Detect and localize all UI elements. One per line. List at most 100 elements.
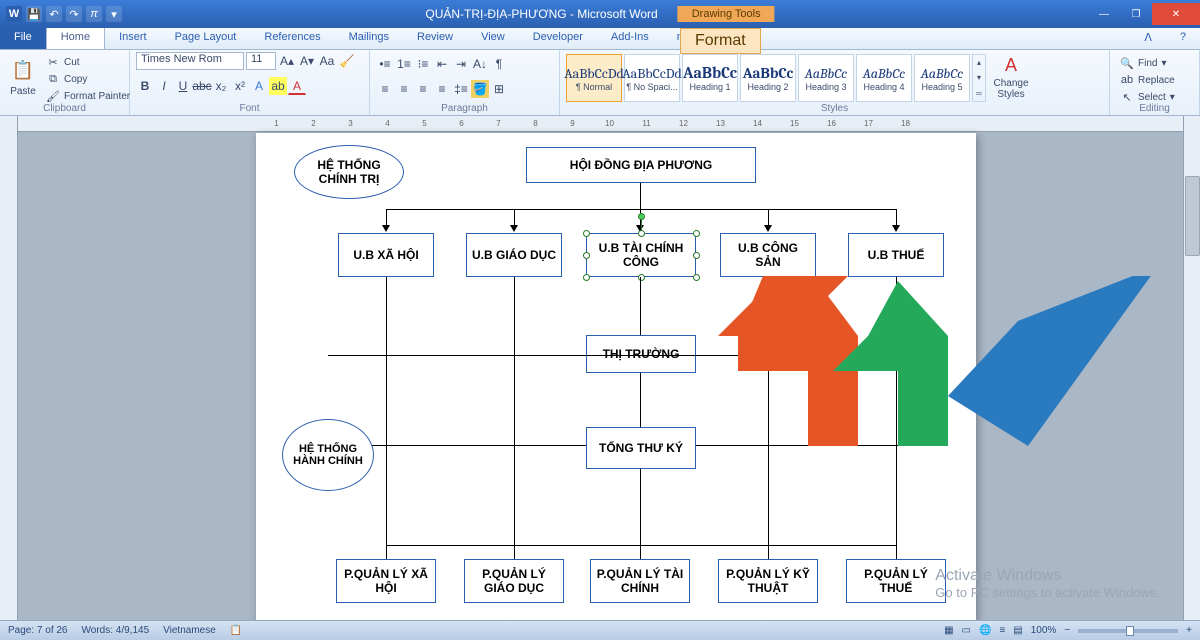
shape-ellipse-admin[interactable]: HỆ THỐNG HÀNH CHÍNH: [282, 419, 374, 491]
ruler-vertical[interactable]: [0, 116, 18, 620]
view-draft-icon[interactable]: ▤: [1013, 625, 1022, 636]
view-full-screen-icon[interactable]: ▭: [962, 625, 971, 636]
page[interactable]: HỆ THỐNG CHÍNH TRỊ HỘI ĐỒNG ĐỊA PHƯƠNG U…: [256, 133, 976, 620]
close-button[interactable]: ✕: [1152, 3, 1200, 25]
scrollbar-vertical[interactable]: [1183, 116, 1200, 620]
status-track-icon[interactable]: 📋: [230, 625, 242, 636]
italic-button[interactable]: I: [155, 77, 173, 95]
shape-ub-giaoduc[interactable]: U.B GIÁO DỤC: [466, 233, 562, 277]
shape-pql-xahoi[interactable]: P.QUẢN LÝ XÃ HỘI: [336, 559, 436, 603]
shape-pql-kythuat[interactable]: P.QUẢN LÝ KỸ THUẬT: [718, 559, 818, 603]
style-no-spacing[interactable]: AaBbCcDd¶ No Spaci...: [624, 54, 680, 102]
shape-box-council[interactable]: HỘI ĐỒNG ĐỊA PHƯƠNG: [526, 147, 756, 183]
align-center-button[interactable]: ≡: [395, 80, 413, 98]
highlight-button[interactable]: ab: [269, 77, 287, 95]
style-heading4[interactable]: AaBbCcHeading 4: [856, 54, 912, 102]
change-styles-button[interactable]: A Change Styles: [990, 52, 1032, 102]
diagram[interactable]: HỆ THỐNG CHÍNH TRỊ HỘI ĐỒNG ĐỊA PHƯƠNG U…: [256, 133, 976, 620]
undo-icon[interactable]: ↶: [46, 6, 62, 22]
view-print-layout-icon[interactable]: ▦: [944, 625, 953, 636]
font-size-select[interactable]: 11: [246, 52, 276, 70]
zoom-out-button[interactable]: −: [1064, 625, 1070, 636]
document-area[interactable]: 123456789101112131415161718 HỆ THỐNG CHÍ…: [18, 116, 1200, 620]
increase-indent-button[interactable]: ⇥: [452, 55, 470, 73]
minimize-button[interactable]: —: [1088, 3, 1120, 25]
view-web-icon[interactable]: 🌐: [979, 625, 991, 636]
style-heading1[interactable]: AaBbCcHeading 1: [682, 54, 738, 102]
shape-market[interactable]: THỊ TRƯỜNG: [586, 335, 696, 373]
change-case-button[interactable]: Aa: [318, 52, 336, 70]
style-heading2[interactable]: AaBbCcHeading 2: [740, 54, 796, 102]
cut-button[interactable]: ✂Cut: [44, 54, 132, 70]
shape-ub-xahoi[interactable]: U.B XÃ HỘI: [338, 233, 434, 277]
styles-gallery[interactable]: AaBbCcDd¶ Normal AaBbCcDd¶ No Spaci... A…: [566, 52, 986, 104]
multilevel-button[interactable]: ⁝≡: [414, 55, 432, 73]
tab-file[interactable]: File: [0, 28, 46, 49]
tab-insert[interactable]: Insert: [105, 28, 161, 49]
style-heading5[interactable]: AaBbCcHeading 5: [914, 54, 970, 102]
zoom-slider[interactable]: [1078, 629, 1178, 633]
shape-pql-giaoduc[interactable]: P.QUẢN LÝ GIÁO DỤC: [464, 559, 564, 603]
copy-button[interactable]: ⧉Copy: [44, 71, 132, 87]
zoom-level[interactable]: 100%: [1031, 625, 1057, 636]
qat-more-icon[interactable]: ▾: [106, 6, 122, 22]
shape-ub-taichinh-selected[interactable]: U.B TÀI CHÍNH CÔNG: [586, 233, 696, 277]
status-page[interactable]: Page: 7 of 26: [8, 625, 68, 636]
strike-button[interactable]: abc: [193, 77, 211, 95]
shape-ub-congsan[interactable]: U.B CÔNG SẢN: [720, 233, 816, 277]
line-spacing-button[interactable]: ‡≡: [452, 80, 470, 98]
ruler-horizontal[interactable]: 123456789101112131415161718: [18, 116, 1200, 132]
tab-review[interactable]: Review: [403, 28, 467, 49]
help-icon[interactable]: ?: [1166, 28, 1200, 49]
shape-pql-thue[interactable]: P.QUẢN LÝ THUẾ: [846, 559, 946, 603]
align-left-button[interactable]: ≡: [376, 80, 394, 98]
grow-font-button[interactable]: A▴: [278, 52, 296, 70]
replace-button[interactable]: abReplace: [1118, 72, 1191, 88]
subscript-button[interactable]: x₂: [212, 77, 230, 95]
tab-addins[interactable]: Add-Ins: [597, 28, 663, 49]
restore-button[interactable]: ❐: [1120, 3, 1152, 25]
align-right-button[interactable]: ≡: [414, 80, 432, 98]
save-icon[interactable]: 💾: [26, 6, 42, 22]
show-marks-button[interactable]: ¶: [490, 55, 508, 73]
view-outline-icon[interactable]: ≡: [999, 625, 1005, 636]
redo-icon[interactable]: ↷: [66, 6, 82, 22]
superscript-button[interactable]: x²: [231, 77, 249, 95]
tab-mailings[interactable]: Mailings: [335, 28, 403, 49]
justify-button[interactable]: ≡: [433, 80, 451, 98]
shape-pql-taichinh[interactable]: P.QUẢN LÝ TÀI CHÍNH: [590, 559, 690, 603]
shape-ub-thue[interactable]: U.B THUẾ: [848, 233, 944, 277]
style-heading3[interactable]: AaBbCcHeading 3: [798, 54, 854, 102]
numbering-button[interactable]: 1≡: [395, 55, 413, 73]
text-effects-button[interactable]: A: [250, 77, 268, 95]
find-button[interactable]: 🔍Find ▾: [1118, 55, 1191, 71]
bullets-button[interactable]: •≡: [376, 55, 394, 73]
shrink-font-button[interactable]: A▾: [298, 52, 316, 70]
sort-button[interactable]: A↓: [471, 55, 489, 73]
bold-button[interactable]: B: [136, 77, 154, 95]
tab-page-layout[interactable]: Page Layout: [161, 28, 251, 49]
decrease-indent-button[interactable]: ⇤: [433, 55, 451, 73]
font-name-select[interactable]: Times New Rom: [136, 52, 244, 70]
ribbon-minimize-icon[interactable]: ᐱ: [1130, 28, 1166, 49]
shape-ellipse-political[interactable]: HỆ THỐNG CHÍNH TRỊ: [294, 145, 404, 199]
shading-button[interactable]: 🪣: [471, 80, 489, 98]
underline-button[interactable]: U: [174, 77, 192, 95]
tab-developer[interactable]: Developer: [519, 28, 597, 49]
status-words[interactable]: Words: 4/9,145: [82, 625, 150, 636]
font-color-button[interactable]: A: [288, 77, 306, 95]
paste-button[interactable]: 📋 Paste: [6, 52, 40, 102]
tab-home[interactable]: Home: [46, 27, 105, 49]
shape-secretary[interactable]: TỔNG THƯ KÝ: [586, 427, 696, 469]
tab-view[interactable]: View: [467, 28, 519, 49]
style-normal[interactable]: AaBbCcDd¶ Normal: [566, 54, 622, 102]
equation-icon[interactable]: π: [86, 6, 102, 22]
status-language[interactable]: Vietnamese: [163, 625, 216, 636]
scroll-thumb[interactable]: [1185, 176, 1200, 256]
tab-references[interactable]: References: [250, 28, 334, 49]
clear-formatting-button[interactable]: 🧹: [338, 52, 356, 70]
styles-more-button[interactable]: ▴▾═: [972, 54, 986, 102]
borders-button[interactable]: ⊞: [490, 80, 508, 98]
format-painter-button[interactable]: 🖌Format Painter: [44, 88, 132, 104]
zoom-in-button[interactable]: +: [1186, 625, 1192, 636]
